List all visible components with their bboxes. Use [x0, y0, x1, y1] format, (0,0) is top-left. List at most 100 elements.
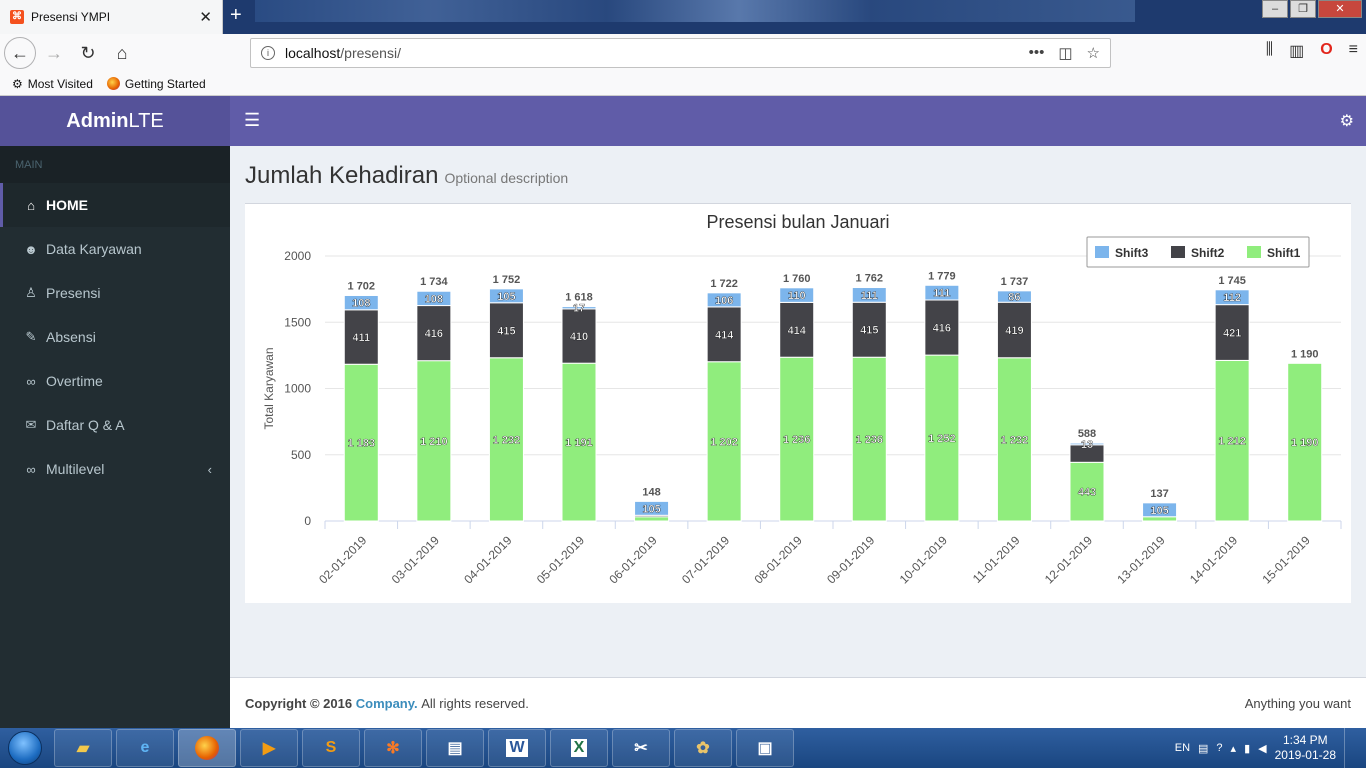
taskbar-xampp[interactable]: ✻	[364, 729, 422, 767]
logo[interactable]: AdminLTE	[0, 96, 230, 146]
home-page-icon[interactable]: ⌂	[106, 37, 138, 69]
total-label: 1 737	[1001, 276, 1029, 288]
language-indicator[interactable]: EN	[1175, 742, 1190, 754]
opera-icon[interactable]: O	[1320, 41, 1332, 61]
maximize-icon[interactable]: ❐	[1290, 0, 1316, 18]
sidebar-item-presensi[interactable]: ♙ Presensi	[0, 271, 230, 315]
taskbar-explorer[interactable]: ▰	[54, 729, 112, 767]
window-controls: – ❐ ✕	[1262, 0, 1362, 18]
folder-icon: ▰	[76, 740, 90, 757]
x-tick-label: 05-01-2019	[534, 533, 588, 587]
total-label: 1 752	[493, 274, 521, 286]
data-label: 106	[715, 295, 733, 307]
y-tick-label: 500	[291, 448, 311, 462]
clock[interactable]: 1:34 PM 2019-01-28	[1275, 733, 1336, 763]
x-tick-label: 13-01-2019	[1114, 533, 1168, 587]
bar-segment-shift1	[1142, 516, 1178, 522]
forward-icon[interactable]: →	[38, 37, 70, 69]
url-path: /presensi/	[340, 45, 401, 61]
minimize-icon[interactable]: –	[1262, 0, 1288, 18]
other-tabs-area[interactable]	[255, 0, 1135, 22]
back-icon[interactable]: ←	[4, 37, 36, 69]
data-label: 1 190	[1291, 437, 1319, 449]
data-label: 411	[352, 332, 370, 344]
show-desktop-button[interactable]	[1344, 728, 1356, 768]
close-tab-icon[interactable]: ✕	[199, 8, 212, 26]
show-hidden-icons[interactable]: ▴	[1231, 742, 1237, 755]
taskbar-sublime[interactable]: S	[302, 729, 360, 767]
start-button[interactable]	[0, 728, 50, 768]
sidebar-item-overtime[interactable]: ∞ Overtime	[0, 359, 230, 403]
data-label: 1 232	[493, 434, 521, 446]
sidebar-toggle-icon[interactable]: ▥	[1289, 41, 1304, 61]
pocket-icon[interactable]: ◫	[1058, 44, 1072, 62]
bookmarks-toolbar: ⚙ Most Visited Getting Started	[0, 72, 1366, 96]
male-icon: ♙	[25, 285, 37, 300]
gear-icon: ⚙	[12, 76, 23, 91]
photo-viewer-icon: ▣	[757, 740, 773, 757]
x-tick-label: 11-01-2019	[970, 533, 1023, 586]
sidebar-item-label: Multilevel	[46, 461, 105, 477]
chevron-left-icon: ‹	[207, 461, 212, 477]
data-label: 443	[1078, 487, 1096, 499]
taskbar-control-panel[interactable]: ▤	[426, 729, 484, 767]
x-tick-label: 12-01-2019	[1042, 533, 1096, 587]
url-bar[interactable]: i localhost/presensi/ ••• ◫ ☆	[250, 38, 1111, 68]
total-label: 588	[1078, 428, 1096, 440]
gears-icon[interactable]: ⚙	[1340, 111, 1354, 131]
data-label: 416	[425, 328, 443, 340]
snipping-tool-icon: ✂	[634, 740, 648, 757]
library-icon[interactable]: ⫼	[1266, 41, 1273, 61]
bookmark-most-visited[interactable]: ⚙ Most Visited	[12, 77, 93, 91]
sidebar-item-multilevel[interactable]: ∞ Multilevel ‹	[0, 447, 230, 491]
company-link[interactable]: Company.	[356, 696, 418, 711]
network-icon[interactable]: ▮	[1244, 742, 1250, 755]
new-tab-icon[interactable]: +	[230, 4, 242, 27]
data-label: 1 236	[783, 434, 811, 446]
sidebar-toggle-hamburger-icon[interactable]: ☰	[244, 110, 260, 131]
bookmark-getting-started[interactable]: Getting Started	[106, 77, 206, 91]
sidebar-item-home[interactable]: ⌂ HOME	[0, 183, 230, 227]
sidebar: MAIN ⌂ HOME ☻ Data Karyawan ♙ Presensi ✎…	[0, 146, 230, 728]
chart-box: 0 500 1000 1500 2000 Total Karyawan 1 183 411 10…	[245, 203, 1351, 603]
sidebar-item-daftar-qa[interactable]: ✉ Daftar Q & A	[0, 403, 230, 447]
taskbar-photos[interactable]: ▣	[736, 729, 794, 767]
data-label: 414	[715, 329, 734, 341]
browser-tab[interactable]: ⌘ Presensi YMPI ✕	[0, 0, 223, 34]
system-tray: EN ▤ ? ▴ ▮ ◀ 1:34 PM 2019-01-28	[1175, 728, 1366, 768]
url-host: localhost	[285, 45, 341, 61]
data-label: 111	[933, 288, 950, 300]
site-info-icon[interactable]: i	[261, 46, 275, 60]
taskbar-snipping[interactable]: ✂	[612, 729, 670, 767]
taskbar-excel[interactable]: X	[550, 729, 608, 767]
x-tick-label: 07-01-2019	[679, 533, 733, 587]
bookmark-star-icon[interactable]: ☆	[1087, 44, 1100, 62]
data-label: 415	[497, 325, 515, 337]
sidebar-item-data-karyawan[interactable]: ☻ Data Karyawan	[0, 227, 230, 271]
sidebar-item-absensi[interactable]: ✎ Absensi	[0, 315, 230, 359]
legend-swatch-shift3	[1095, 246, 1109, 258]
taskbar-media-player[interactable]: ▶	[240, 729, 298, 767]
taskbar-paint[interactable]: ✿	[674, 729, 732, 767]
sidebar-item-label: Overtime	[46, 373, 103, 389]
taskbar-ie[interactable]: e	[116, 729, 174, 767]
edit-icon: ✎	[25, 329, 37, 344]
volume-muted-icon[interactable]: ◀	[1258, 742, 1266, 755]
taskbar-firefox[interactable]	[178, 729, 236, 767]
data-label: 1 191	[565, 437, 593, 449]
x-tick-label: 14-01-2019	[1187, 533, 1241, 587]
page-actions-icon[interactable]: •••	[1029, 44, 1045, 62]
close-window-icon[interactable]: ✕	[1318, 0, 1362, 18]
help-icon[interactable]: ?	[1216, 742, 1222, 754]
x-tick-label: 09-01-2019	[824, 533, 878, 587]
comments-icon: ✉	[25, 417, 37, 432]
pdf-icon[interactable]: ▤	[1198, 742, 1208, 755]
data-label: 1 210	[420, 436, 448, 448]
legend-swatch-shift2	[1171, 246, 1185, 258]
taskbar-word[interactable]: W	[488, 729, 546, 767]
reload-icon[interactable]: ↻	[72, 37, 104, 69]
media-player-icon: ▶	[262, 740, 276, 757]
data-label: 419	[1005, 325, 1023, 337]
data-label: 112	[1223, 292, 1241, 304]
menu-icon[interactable]: ≡	[1349, 41, 1358, 61]
